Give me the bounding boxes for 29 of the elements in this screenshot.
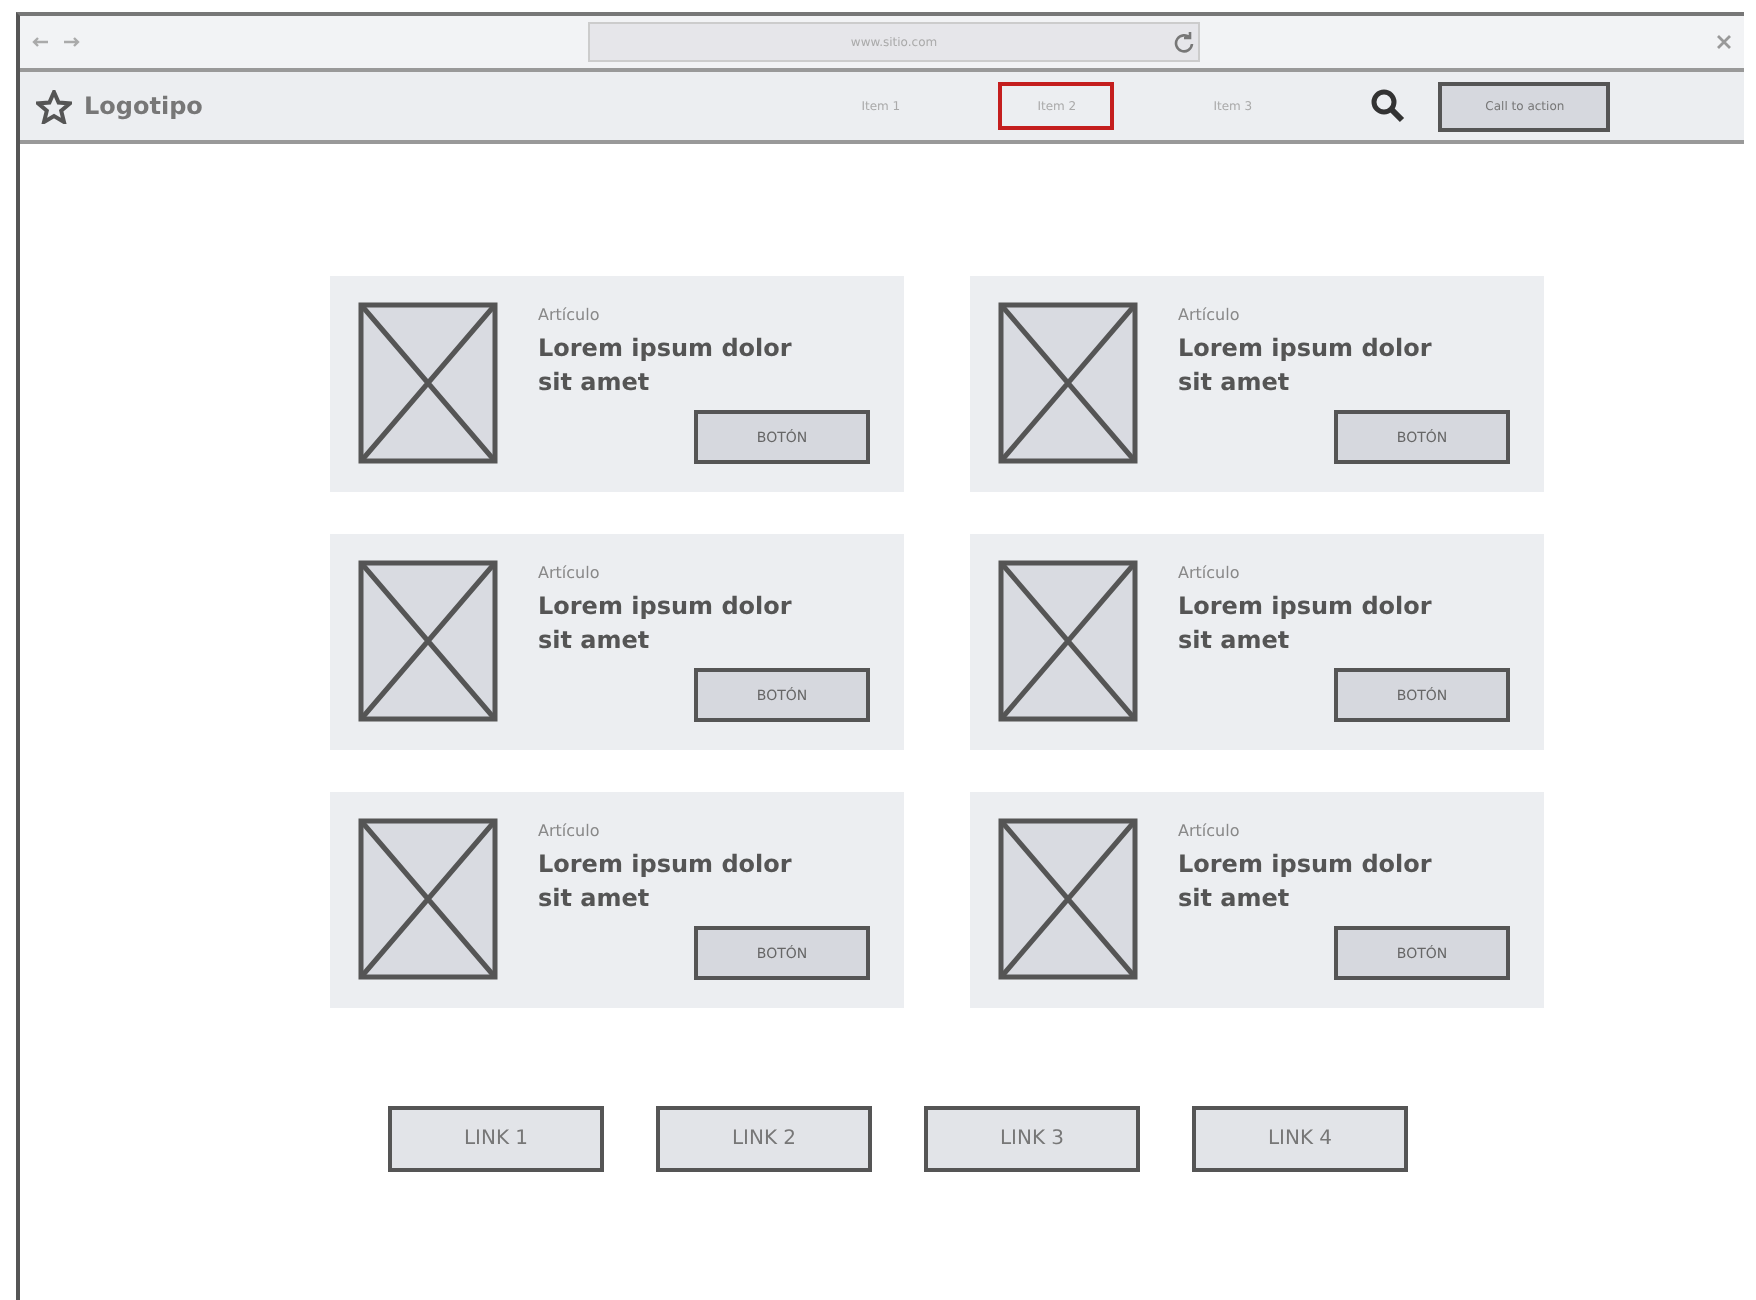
search-icon[interactable] — [1370, 88, 1407, 124]
card-label: Artículo — [538, 564, 602, 582]
link-button[interactable]: LINK 3 — [924, 1106, 1140, 1172]
card-label: Artículo — [1178, 822, 1242, 840]
forward-icon[interactable] — [64, 36, 80, 48]
link-button[interactable]: LINK 2 — [656, 1106, 872, 1172]
image-placeholder-icon — [998, 818, 1138, 980]
image-placeholder-icon — [998, 560, 1138, 722]
logo-text: Logotipo — [84, 92, 203, 120]
image-placeholder-icon — [358, 818, 498, 980]
card-title: Lorem ipsum dolor sit amet — [1178, 332, 1434, 400]
star-icon — [36, 89, 72, 123]
card-title: Lorem ipsum dolor sit amet — [538, 590, 794, 658]
card-label: Artículo — [538, 822, 602, 840]
close-icon[interactable] — [1716, 34, 1732, 50]
card-title: Lorem ipsum dolor sit amet — [1178, 590, 1434, 658]
back-icon[interactable] — [32, 36, 48, 48]
reload-icon[interactable] — [1174, 30, 1194, 54]
link-button[interactable]: LINK 4 — [1192, 1106, 1408, 1172]
card-title: Lorem ipsum dolor sit amet — [538, 332, 794, 400]
image-placeholder-icon — [358, 302, 498, 464]
card-title: Lorem ipsum dolor sit amet — [1178, 848, 1434, 916]
card-label: Artículo — [1178, 564, 1242, 582]
image-placeholder-icon — [998, 302, 1138, 464]
card-title: Lorem ipsum dolor sit amet — [538, 848, 794, 916]
card-label: Artículo — [1178, 306, 1242, 324]
image-placeholder-icon — [358, 560, 498, 722]
link-button[interactable]: LINK 1 — [388, 1106, 604, 1172]
card-label: Artículo — [538, 306, 602, 324]
